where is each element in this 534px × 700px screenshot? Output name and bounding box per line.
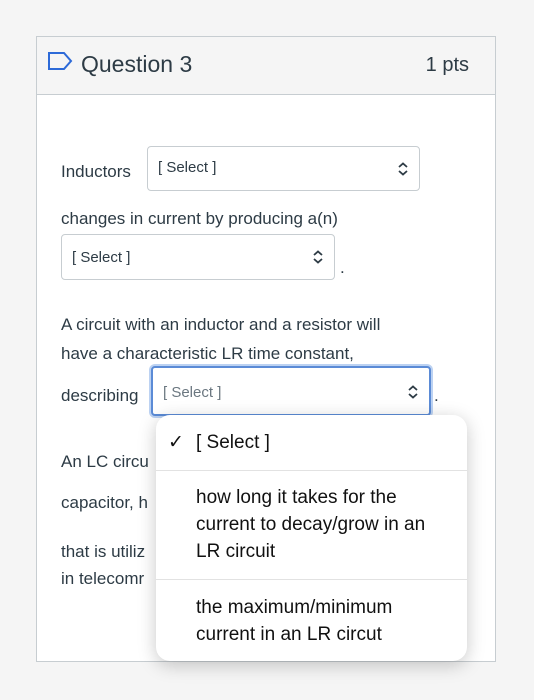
dropdown-option-max-min-current[interactable]: the maximum/minimum current in an LR cir… — [156, 594, 467, 650]
select-1-chevron-icon — [398, 162, 408, 176]
dropdown-divider — [156, 579, 467, 580]
dropdown-option-select[interactable]: ✓ [ Select ] — [156, 429, 467, 459]
select-2-chevron-icon — [313, 250, 323, 264]
select-2-label: [ Select ] — [72, 249, 131, 266]
period-1: . — [340, 258, 345, 277]
select-3-label: [ Select ] — [163, 384, 222, 401]
bookmark-flag-icon[interactable] — [47, 51, 73, 71]
dropdown-option-label: [ Select ] — [196, 432, 270, 453]
select-1[interactable]: [ Select ] — [147, 146, 420, 191]
lc-circuit-text: An LC circu — [61, 452, 149, 471]
dropdown-option-lr-decay-time[interactable]: how long it takes for the current to dec… — [156, 484, 467, 568]
checkmark-icon: ✓ — [168, 432, 184, 453]
select-2[interactable]: [ Select ] — [61, 234, 335, 280]
question-title: Question 3 — [81, 51, 193, 77]
capacitor-text: capacitor, h — [61, 493, 148, 512]
question-points: 1 pts — [425, 54, 469, 76]
utilized-text: that is utiliz — [61, 542, 146, 561]
circuit-text-line-2: have a characteristic LR time constant, — [61, 344, 354, 363]
period-2: . — [434, 386, 439, 405]
describing-text: describing — [61, 386, 139, 405]
select-3-chevron-icon — [408, 385, 418, 399]
dropdown-option-label: the maximum/minimum current in an LR cir… — [196, 597, 393, 645]
select-1-label: [ Select ] — [158, 159, 217, 176]
select-3[interactable]: [ Select ] — [151, 366, 431, 416]
circuit-text-line-1: A circuit with an inductor and a resisto… — [61, 315, 381, 334]
changes-text: changes in current by producing a(n) — [61, 209, 338, 228]
inductors-text: Inductors — [61, 162, 131, 181]
telecom-text: in telecomr — [61, 569, 145, 588]
dropdown-option-label: how long it takes for the current to dec… — [196, 487, 426, 562]
select-3-dropdown-menu: ✓ [ Select ] how long it takes for the c… — [156, 415, 467, 661]
dropdown-divider — [156, 470, 467, 471]
question-header: Question 3 1 pts — [37, 37, 495, 95]
